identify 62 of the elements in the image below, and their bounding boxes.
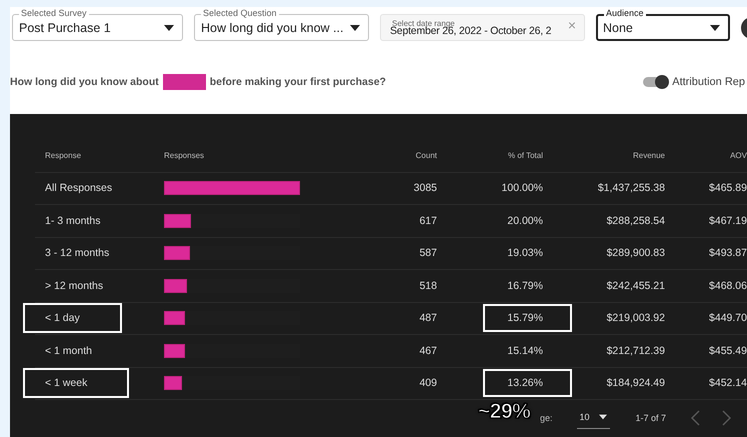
column-header: % of Total [507, 151, 543, 160]
field-value: How long did you know ... [201, 20, 344, 34]
table-cell: 20.00% [507, 214, 543, 227]
column-header: Revenue [632, 151, 665, 160]
toggle-switch[interactable] [643, 77, 668, 87]
field-label: Selected Question [201, 8, 279, 19]
table-cell-text: $493.87 [708, 247, 747, 260]
table-cell-text: 409 [418, 377, 437, 390]
table-cell: > 12 months [45, 280, 104, 292]
caret-icon [164, 24, 174, 30]
field-value: September 26, 2022 - October 26, 2 [389, 25, 552, 37]
table-cell-text: $465.89 [708, 182, 747, 194]
caret-icon [598, 414, 607, 420]
table-cell: < 1 day [23, 303, 122, 334]
table-cell: 1- 3 months [45, 214, 100, 227]
caret-icon [350, 24, 360, 30]
table-cell-text: 617 [418, 214, 437, 227]
table-cell-text: $242,455.21 [606, 280, 665, 292]
table-cell: 16.79% [507, 280, 543, 292]
column-header: AOV [729, 151, 747, 160]
page-range: 1-7 of 7 [636, 413, 666, 423]
annotation-text: ~29% [478, 400, 530, 424]
table-cell-text: $219,003.92 [606, 312, 665, 324]
field-label: Select date range [392, 18, 455, 28]
table-cell: All Responses [45, 182, 112, 194]
table-cell-text: 467 [418, 344, 437, 357]
field-label: Selected Survey [19, 8, 89, 19]
question-text: How long did you know about [10, 76, 159, 88]
table-cell-text: 587 [418, 247, 437, 260]
rows-per-page-select[interactable]: 10 [576, 408, 610, 428]
table-cell: < 1 week [23, 368, 130, 398]
field-label: Audience [604, 8, 646, 19]
table-cell: 3 - 12 months [45, 247, 110, 260]
table-cell: 19.03% [507, 247, 543, 260]
date-range-field[interactable]: Select date range September 26, 2022 - October 26, 2 × [380, 14, 585, 41]
table-cell-text: $449.70 [708, 312, 747, 324]
table-cell-text: $452.14 [708, 377, 747, 390]
table-cell-text: $212,712.39 [606, 344, 665, 357]
field-value: Post Purchase 1 [19, 20, 112, 34]
column-header: Count [414, 151, 437, 160]
table-cell-text: 487 [418, 312, 437, 324]
table-cell-text: $455.49 [708, 344, 747, 357]
table-cell-text: $288,258.54 [606, 214, 665, 227]
table-cell-text: 518 [418, 280, 437, 292]
table-cell-text: $289,900.83 [606, 247, 665, 260]
table-cell-text: $468.06 [708, 280, 747, 292]
question-text: before making your first purchase? [210, 76, 386, 88]
table-cell-text: $467.19 [708, 214, 747, 227]
column-header: Responses [164, 151, 206, 160]
caret-icon [710, 24, 720, 30]
table-cell-text: 3085 [412, 182, 437, 194]
column-header: Response [45, 151, 82, 160]
table-cell: < 1 month [45, 344, 92, 357]
table-cell: 15.79% [483, 304, 572, 332]
field-value: None [603, 20, 634, 34]
rows-per-page-label: ge: [540, 413, 553, 423]
table-cell-text: $184,924.49 [606, 377, 665, 390]
table-cell: 15.14% [507, 344, 543, 357]
toggle-label: Attribution Rep [672, 76, 745, 88]
table-cell: 13.26% [483, 369, 572, 398]
table-cell-text: $1,437,255.38 [596, 182, 665, 194]
table-cell: 100.00% [502, 182, 543, 194]
